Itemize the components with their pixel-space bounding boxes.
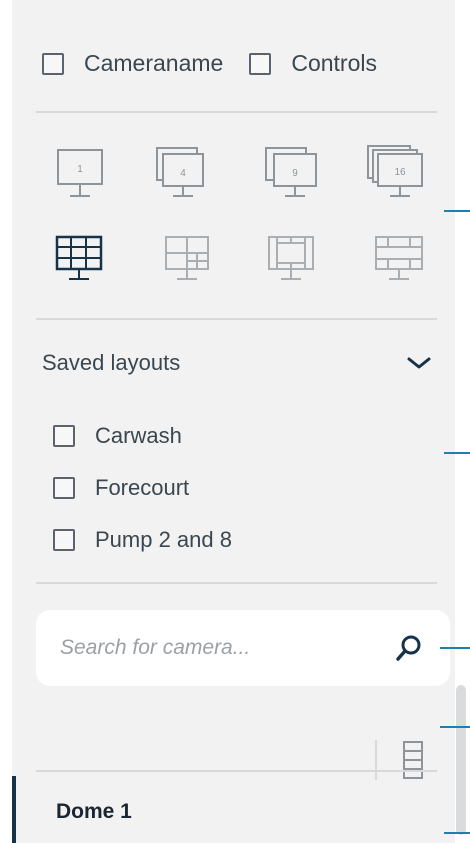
saved-layout-item-carwash[interactable]: Carwash [53,410,232,462]
display-options: Cameraname Controls [42,50,377,77]
callout-line-toolbar [440,726,470,728]
callout-line-search [440,647,470,649]
layout-9-button[interactable]: 9 [264,146,320,204]
monitor-4-icon: 4 [156,147,204,197]
controls-checkbox[interactable] [249,52,272,75]
scrollbar[interactable] [456,685,466,835]
controls-label: Controls [291,50,377,76]
chevron-down-icon[interactable] [406,355,432,371]
search-icon[interactable] [396,634,422,662]
camera-list-item[interactable]: Dome 1 [56,800,132,824]
saved-layouts-header[interactable]: Saved layouts [42,350,432,376]
list-view-icon[interactable] [403,740,423,780]
cameraname-label: Cameraname [84,50,224,76]
layout-1-button[interactable]: 1 [56,148,104,204]
divider [36,770,437,772]
monitor-1-icon: 1 [57,149,103,197]
camera-search-input[interactable] [58,635,396,661]
grid-layout-d-icon [375,236,423,280]
controls-option[interactable]: Controls [249,50,377,77]
saved-layouts-title: Saved layouts [42,350,181,375]
monitor-1-number: 1 [77,164,83,175]
saved-layout-item-pump-2-and-8[interactable]: Pump 2 and 8 [53,514,232,566]
saved-layout-checkbox[interactable] [53,529,75,551]
saved-layout-item-forecourt[interactable]: Forecourt [53,462,232,514]
grid-layout-d-button[interactable] [374,235,426,285]
cameraname-option[interactable]: Cameraname [42,50,223,77]
cameraname-checkbox[interactable] [42,52,64,75]
saved-layout-label: Carwash [95,423,182,448]
active-camera-indicator [12,776,16,843]
monitor-9-number: 9 [292,168,298,179]
divider [36,111,437,113]
saved-layout-label: Forecourt [95,475,190,500]
camera-search-box [36,610,450,686]
callout-line-layouts [444,210,470,212]
monitor-4-number: 4 [180,168,186,179]
divider [36,582,437,584]
divider [36,318,437,320]
monitor-16-number: 16 [394,167,406,178]
grid-layout-a-icon [55,235,103,280]
grid-layout-a-button[interactable] [55,235,105,285]
saved-layout-checkbox[interactable] [53,477,75,499]
grid-layout-c-icon [268,236,314,280]
callout-line-camera-list [444,832,470,834]
grid-layout-b-button[interactable] [164,235,214,285]
layout-4-button[interactable]: 4 [155,146,207,204]
saved-layout-label: Pump 2 and 8 [95,527,232,552]
toolbar-separator [375,740,377,780]
grid-layout-b-icon [165,236,209,280]
camera-list-toolbar [375,740,423,780]
saved-layout-checkbox[interactable] [53,425,75,447]
layout-16-button[interactable]: 16 [366,144,426,204]
grid-layout-c-button[interactable] [267,235,317,285]
saved-layouts-list: Carwash Forecourt Pump 2 and 8 [53,410,232,566]
callout-line-saved-layouts [444,452,470,454]
monitor-16-icon: 16 [367,145,423,197]
monitor-9-icon: 9 [265,147,317,197]
